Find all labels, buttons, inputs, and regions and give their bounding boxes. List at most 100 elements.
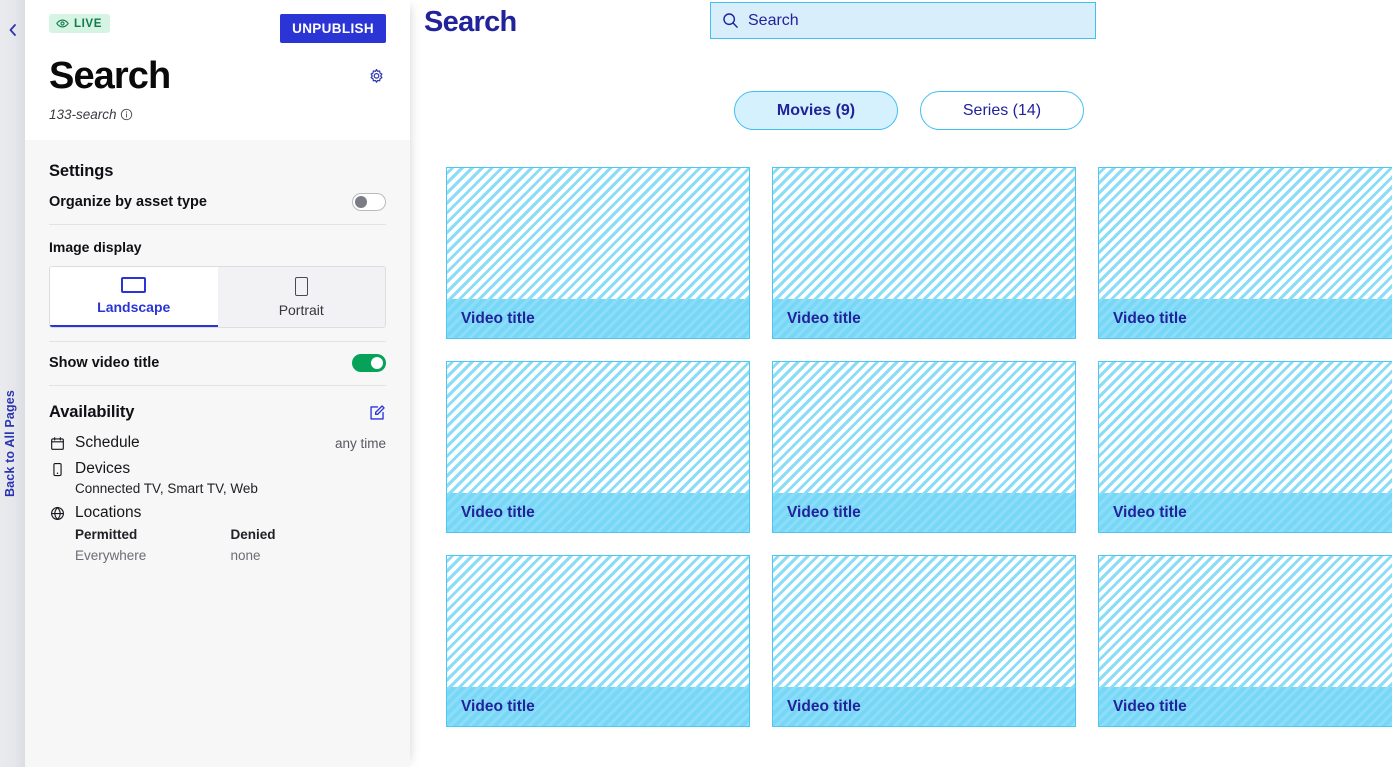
video-card[interactable]: Video title [446, 167, 750, 339]
image-display-option-portrait[interactable]: Portrait [218, 267, 386, 327]
panel-header-top-row: LIVE UNPUBLISH [49, 14, 386, 43]
video-card-title-bar: Video title [1098, 687, 1392, 727]
toggle-knob [371, 357, 383, 369]
video-thumbnail-placeholder [772, 555, 1076, 687]
denied-value: none [230, 548, 261, 563]
search-input[interactable]: Search [710, 2, 1096, 39]
gear-icon[interactable] [365, 66, 388, 89]
availability-schedule-row: Schedule any time [49, 426, 386, 452]
organize-by-asset-type-row: Organize by asset type [49, 181, 386, 225]
schedule-value: any time [334, 435, 386, 451]
video-card-title-bar: Video title [772, 493, 1076, 533]
video-thumbnail-placeholder [772, 361, 1076, 493]
video-card-title: Video title [1113, 697, 1187, 715]
devices-label: Devices [75, 460, 131, 477]
video-card[interactable]: Video title [1098, 361, 1392, 533]
organize-by-asset-type-label: Organize by asset type [49, 194, 207, 210]
permitted-header: Permitted [75, 527, 138, 542]
video-card-title: Video title [787, 309, 861, 327]
status-badge: LIVE [49, 14, 110, 33]
video-card[interactable]: Video title [772, 167, 1076, 339]
video-thumbnail-placeholder [1098, 361, 1392, 493]
device-icon [49, 461, 65, 477]
page-preview: Search Search Movies (9) Series (14) Vid… [410, 0, 1392, 767]
video-card-title: Video title [461, 503, 535, 521]
video-card-title-bar: Video title [446, 299, 750, 339]
video-card-title-bar: Video title [772, 299, 1076, 339]
search-input-placeholder: Search [748, 11, 799, 29]
video-card-title-bar: Video title [1098, 299, 1392, 339]
page-title: Search [49, 55, 171, 97]
edit-pencil-icon[interactable] [368, 404, 386, 422]
globe-icon [49, 505, 65, 521]
availability-locations-row: Locations [49, 496, 386, 522]
video-card[interactable]: Video title [1098, 555, 1392, 727]
organize-by-asset-type-toggle[interactable] [352, 193, 386, 211]
video-card-title: Video title [461, 309, 535, 327]
video-card[interactable]: Video title [772, 361, 1076, 533]
image-display-option-portrait-label: Portrait [278, 301, 324, 318]
image-display-block: Image display Landscape Portrait [49, 225, 386, 342]
video-card-title-bar: Video title [446, 493, 750, 533]
info-circle-icon[interactable] [120, 108, 133, 121]
show-video-title-row: Show video title [49, 342, 386, 386]
landscape-rect-icon [121, 277, 147, 293]
image-display-option-landscape-label: Landscape [97, 299, 171, 315]
availability-devices-row: Devices [49, 452, 386, 478]
video-card-title: Video title [1113, 503, 1187, 521]
preview-page-title: Search [424, 6, 517, 38]
video-card-title-bar: Video title [446, 687, 750, 727]
locations-permitted-column: Permitted Everywhere [75, 527, 231, 563]
unpublish-button[interactable]: UNPUBLISH [280, 14, 386, 43]
denied-header: Denied [230, 527, 276, 542]
toggle-knob [355, 196, 367, 208]
video-card[interactable]: Video title [772, 555, 1076, 727]
video-card-title-bar: Video title [772, 687, 1076, 727]
image-display-segmented-control: Landscape Portrait [49, 266, 386, 328]
settings-heading: Settings [49, 162, 114, 180]
page-settings-panel: LIVE UNPUBLISH Search 133-search Setting… [25, 0, 410, 767]
eye-icon [56, 17, 69, 30]
search-icon [722, 12, 739, 29]
filter-chip-movies[interactable]: Movies (9) [734, 91, 898, 130]
page-slug: 133-search [49, 107, 386, 122]
permitted-value: Everywhere [75, 548, 147, 563]
availability-heading: Availability [49, 403, 135, 421]
chevron-left-icon[interactable] [5, 22, 21, 38]
image-display-option-landscape[interactable]: Landscape [50, 267, 218, 327]
video-card-title: Video title [1113, 309, 1187, 327]
video-card[interactable]: Video title [446, 555, 750, 727]
video-thumbnail-placeholder [446, 555, 750, 687]
video-thumbnail-placeholder [1098, 167, 1392, 299]
video-thumbnail-placeholder [446, 361, 750, 493]
video-card-grid: Video title Video title Video title Vide… [424, 130, 1392, 727]
back-to-all-pages-link[interactable]: Back to All Pages [3, 390, 17, 497]
filter-chip-group: Movies (9) Series (14) [424, 39, 1392, 130]
video-thumbnail-placeholder [446, 167, 750, 299]
locations-table: Permitted Everywhere Denied none [49, 522, 386, 563]
video-card[interactable]: Video title [1098, 167, 1392, 339]
calendar-icon [49, 435, 65, 451]
panel-body: Settings Organize by asset type Image di… [25, 140, 410, 563]
page-slug-text: 133-search [49, 106, 117, 122]
filter-chip-series[interactable]: Series (14) [920, 91, 1084, 130]
show-video-title-toggle[interactable] [352, 354, 386, 372]
video-card-title: Video title [461, 697, 535, 715]
availability-header: Availability [49, 386, 386, 426]
video-card-title: Video title [787, 503, 861, 521]
video-thumbnail-placeholder [1098, 555, 1392, 687]
schedule-label: Schedule [75, 434, 140, 451]
image-display-label: Image display [49, 239, 142, 255]
panel-header: LIVE UNPUBLISH Search 133-search [25, 0, 410, 140]
video-card[interactable]: Video title [446, 361, 750, 533]
preview-header: Search Search [424, 0, 1392, 39]
status-badge-label: LIVE [74, 17, 102, 30]
show-video-title-label: Show video title [49, 355, 160, 371]
video-thumbnail-placeholder [772, 167, 1076, 299]
locations-label: Locations [75, 504, 142, 521]
devices-value: Connected TV, Smart TV, Web [75, 481, 258, 496]
video-card-title-bar: Video title [1098, 493, 1392, 533]
app-root: Back to All Pages LIVE UNPUBLISH Search [0, 0, 1392, 767]
locations-denied-column: Denied none [231, 527, 387, 563]
video-card-title: Video title [787, 697, 861, 715]
